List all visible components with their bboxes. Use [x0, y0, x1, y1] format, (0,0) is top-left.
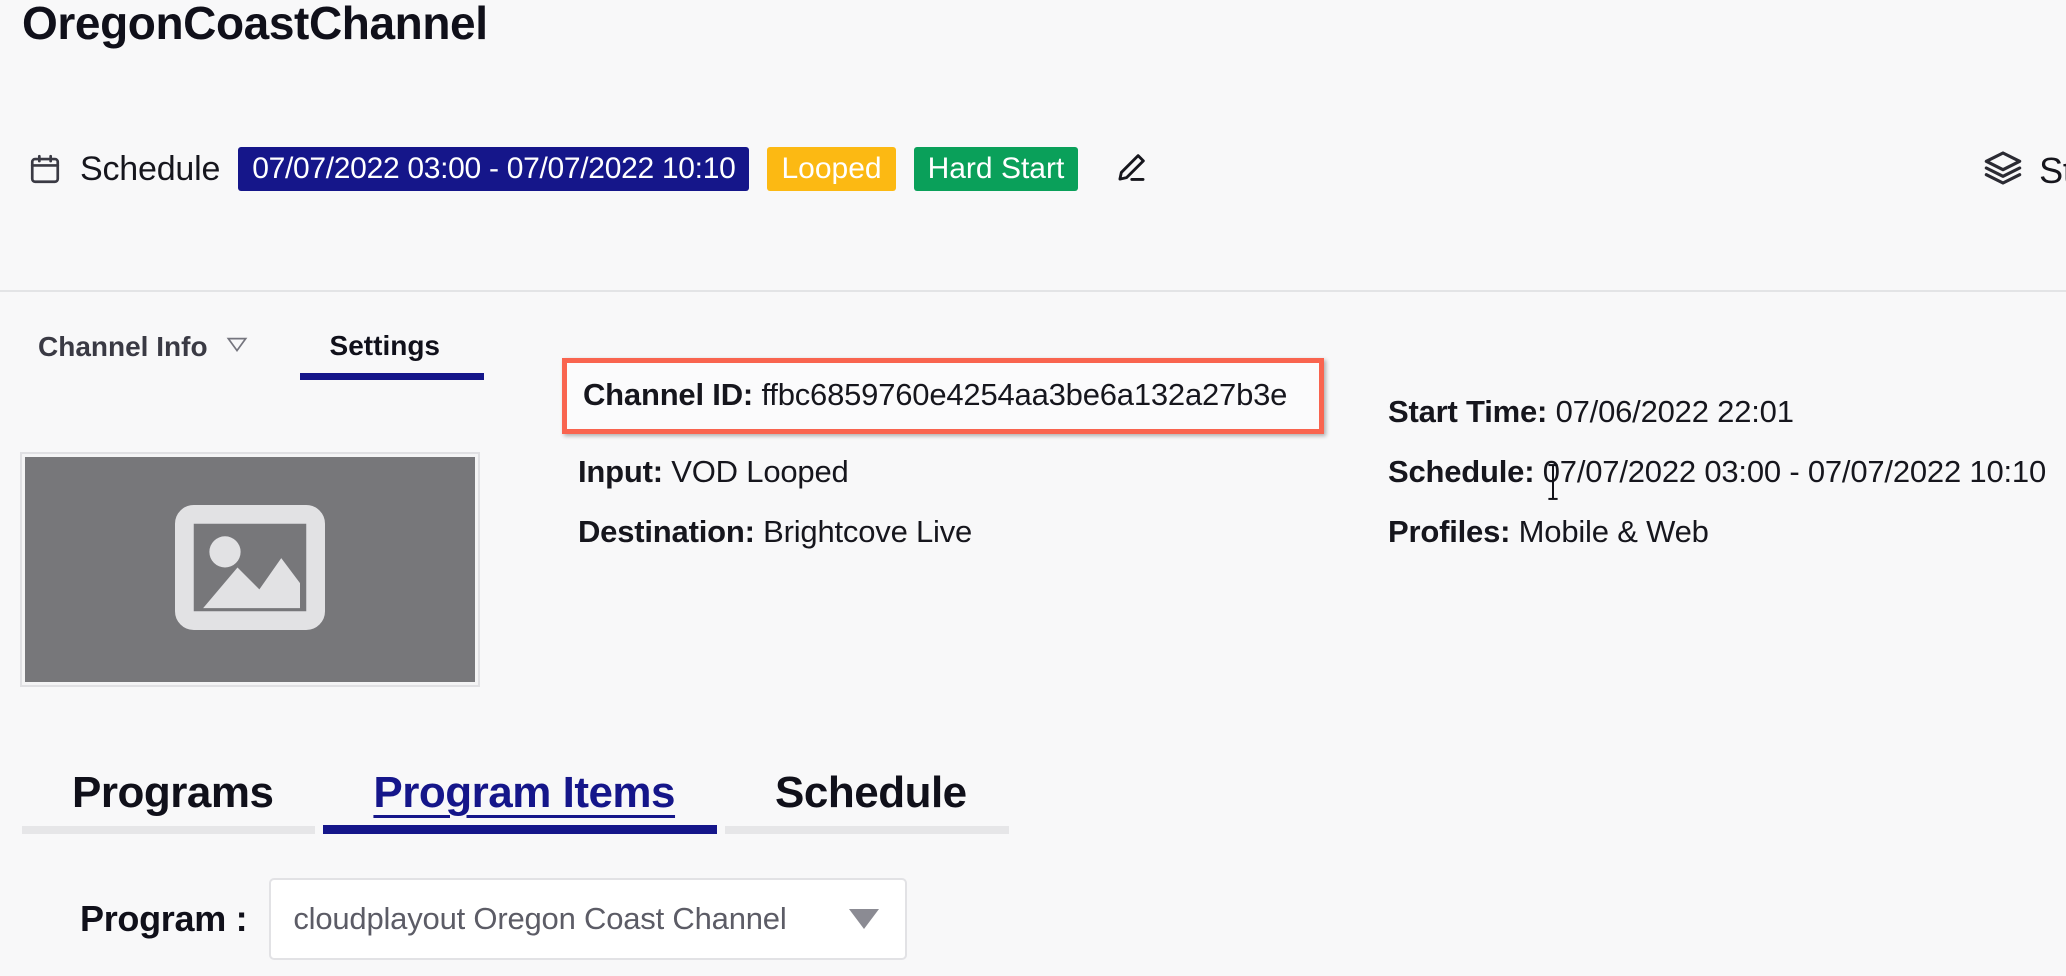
subtab-settings-label: Settings	[329, 330, 441, 361]
section-tabs: Channel Info Settings	[0, 330, 485, 381]
tab-schedule[interactable]: Schedule	[725, 768, 1017, 834]
channel-id-highlight: Channel ID: ffbc6859760e4254aa3be6a132a2…	[562, 358, 1324, 434]
looped-badge: Looped	[767, 147, 896, 191]
profiles-value: Mobile & Web	[1518, 514, 1709, 549]
channel-detail-page: OregonCoastChannel Schedule 07/07/2022 0…	[0, 0, 2066, 976]
schedule-detail-value: 07/07/2022 03:00 - 07/07/2022 10:10	[1542, 454, 2046, 489]
content-tabs: Programs Program Items Schedule	[22, 768, 1017, 834]
hard-start-badge: Hard Start	[913, 147, 1079, 191]
caret-down-icon	[224, 330, 250, 363]
calendar-icon	[28, 152, 62, 186]
status-button[interactable]: Stat	[1983, 148, 2066, 193]
program-select-value: cloudplayout Oregon Coast Channel	[293, 901, 787, 936]
tab-program-items-label: Program Items	[373, 768, 676, 817]
destination-label: Destination:	[578, 514, 755, 549]
tab-programs[interactable]: Programs	[22, 768, 323, 834]
pencil-edit-icon	[1112, 149, 1150, 190]
schedule-range-badge: 07/07/2022 03:00 - 07/07/2022 10:10	[238, 147, 750, 191]
tab-channel-info[interactable]: Channel Info	[0, 330, 268, 381]
channel-id-value: ffbc6859760e4254aa3be6a132a27b3e	[761, 377, 1288, 412]
layers-stack-icon	[1983, 148, 2023, 193]
input-value: VOD Looped	[671, 454, 849, 489]
page-title: OregonCoastChannel	[22, 0, 488, 49]
detail-row-schedule: Schedule: 07/07/2022 03:00 - 07/07/2022 …	[1388, 442, 2048, 502]
schedule-detail-label: Schedule:	[1388, 454, 1535, 489]
tab-settings[interactable]: Settings	[268, 330, 485, 380]
detail-row-channel-id: Channel ID: ffbc6859760e4254aa3be6a132a2…	[583, 365, 1287, 425]
channel-id-label: Channel ID:	[583, 377, 754, 412]
start-time-label: Start Time:	[1388, 394, 1548, 429]
caret-down-icon	[849, 909, 880, 929]
schedule-label: Schedule	[80, 149, 221, 188]
status-label: Stat	[2039, 149, 2066, 191]
tab-schedule-label: Schedule	[775, 768, 967, 817]
edit-schedule-button[interactable]	[1108, 146, 1154, 192]
profiles-label: Profiles:	[1388, 514, 1511, 549]
tab-program-items[interactable]: Program Items	[323, 768, 725, 834]
tab-programs-label: Programs	[72, 768, 274, 817]
thumbnail-placeholder	[25, 457, 475, 682]
schedule-summary-row: Schedule 07/07/2022 03:00 - 07/07/2022 1…	[28, 146, 1154, 192]
detail-row-input: Input: VOD Looped	[578, 442, 1318, 502]
start-time-value: 07/06/2022 22:01	[1555, 394, 1794, 429]
channel-thumbnail	[20, 452, 480, 687]
detail-row-destination: Destination: Brightcove Live	[578, 502, 1318, 562]
header-bar: Schedule 07/07/2022 03:00 - 07/07/2022 1…	[0, 90, 2066, 292]
details-right-column: Start Time: 07/06/2022 22:01 Schedule: 0…	[1388, 382, 2048, 562]
destination-value: Brightcove Live	[763, 514, 973, 549]
program-select[interactable]: cloudplayout Oregon Coast Channel	[269, 878, 908, 960]
program-selector-row: Program : cloudplayout Oregon Coast Chan…	[80, 878, 908, 960]
detail-row-start-time: Start Time: 07/06/2022 22:01	[1388, 382, 2048, 442]
detail-row-profiles: Profiles: Mobile & Web	[1388, 502, 2048, 562]
subtab-channel-info-label: Channel Info	[38, 330, 208, 362]
program-label: Program :	[80, 898, 248, 939]
image-placeholder-icon	[175, 504, 325, 635]
input-label: Input:	[578, 454, 663, 489]
